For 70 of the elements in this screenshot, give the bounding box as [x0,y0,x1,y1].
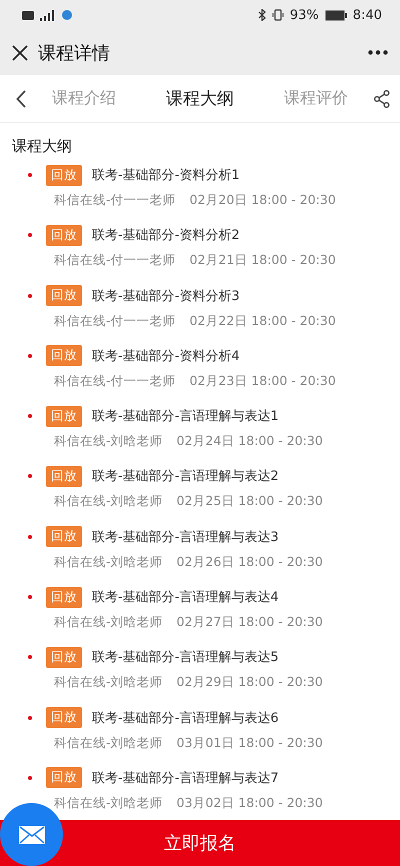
lesson-title[interactable]: 联考-基础部分-言语理解与表达6 [92,708,279,727]
close-icon[interactable] [12,44,28,60]
back-icon[interactable] [16,90,26,108]
bullet-icon [28,294,32,298]
lesson-time: 02月20日 18:00 - 20:30 [190,192,336,209]
app-icon [62,10,72,20]
signal-icon [40,10,56,20]
replay-tag: 回放 [46,164,82,186]
bullet-icon [28,716,32,720]
lesson-title[interactable]: 联考-基础部分-言语理解与表达7 [92,768,279,787]
replay-tag: 回放 [46,345,82,366]
bullet-icon [28,414,32,418]
teacher-name: 科信在线-刘晗老师 [54,794,163,812]
lesson-title[interactable]: 联考-基础部分-资料分析2 [92,226,240,244]
lesson-time: 02月25日 18:00 - 20:30 [176,493,323,510]
lesson-title[interactable]: 联考-基础部分-资料分析4 [92,346,240,365]
teacher-name: 科信在线-付一一老师 [54,312,176,330]
lesson-time: 03月02日 18:00 - 20:30 [176,794,323,812]
lesson-time: 02月23日 18:00 - 20:30 [190,372,336,390]
teacher-name: 科信在线-刘晗老师 [54,614,163,632]
lesson-time: 03月01日 18:00 - 20:30 [176,734,323,752]
replay-tag: 回放 [46,466,82,487]
share-icon[interactable] [374,90,390,108]
bullet-icon [28,474,32,478]
replay-tag: 回放 [46,406,82,427]
lesson-title[interactable]: 联考-基础部分-言语理解与表达2 [92,467,279,486]
teacher-name: 科信在线-刘晗老师 [54,734,163,752]
lesson-time: 02月26日 18:00 - 20:30 [176,554,323,571]
teacher-name: 科信在线-付一一老师 [54,372,176,390]
replay-tag: 回放 [46,707,82,728]
section-title: 课程大纲 [11,136,73,157]
replay-tag: 回放 [46,285,82,306]
lesson-title[interactable]: 联考-基础部分-言语理解与表达1 [92,407,279,426]
teacher-name: 科信在线-付一一老师 [54,192,176,209]
page-title: 课程详情 [38,42,111,64]
lesson-time: 02月21日 18:00 - 20:30 [190,252,336,270]
teacher-name: 科信在线-刘晗老师 [54,554,163,571]
battery-icon [324,10,347,20]
lesson-time: 02月24日 18:00 - 20:30 [176,433,323,450]
bullet-icon [28,776,32,780]
lesson-title[interactable]: 联考-基础部分-言语理解与表达3 [92,528,279,546]
clock-time: 8:40 [352,8,382,22]
lesson-title[interactable]: 联考-基础部分-言语理解与表达4 [92,588,279,606]
teacher-name: 科信在线-付一一老师 [54,252,176,270]
teacher-name: 科信在线-刘晗老师 [54,493,163,510]
lesson-title[interactable]: 联考-基础部分-资料分析1 [92,166,240,184]
battery-percent: 93% [290,8,319,22]
replay-tag: 回放 [46,767,82,788]
teacher-name: 科信在线-刘晗老师 [54,433,163,450]
bullet-icon [28,595,32,600]
bluetooth-icon [258,9,266,21]
vibrate-icon [272,9,284,21]
lesson-time: 02月27日 18:00 - 20:30 [176,614,323,632]
replay-tag: 回放 [46,224,82,246]
bullet-icon [28,173,32,177]
lesson-time: 02月29日 18:00 - 20:30 [176,674,323,692]
bullet-icon [28,233,32,238]
lesson-title[interactable]: 联考-基础部分-言语理解与表达5 [92,648,279,666]
bullet-icon [28,354,32,358]
replay-tag: 回放 [46,526,82,548]
lesson-time: 02月22日 18:00 - 20:30 [190,312,336,330]
teacher-name: 科信在线-刘晗老师 [54,674,163,692]
more-icon[interactable] [368,50,388,55]
replay-tag: 回放 [46,586,82,608]
lesson-title[interactable]: 联考-基础部分-资料分析3 [92,286,240,305]
bullet-icon [28,655,32,660]
replay-tag: 回放 [46,646,82,668]
bullet-icon [28,534,32,539]
tab[interactable]: 课程大纲 [142,79,258,118]
mail-icon [18,826,44,844]
